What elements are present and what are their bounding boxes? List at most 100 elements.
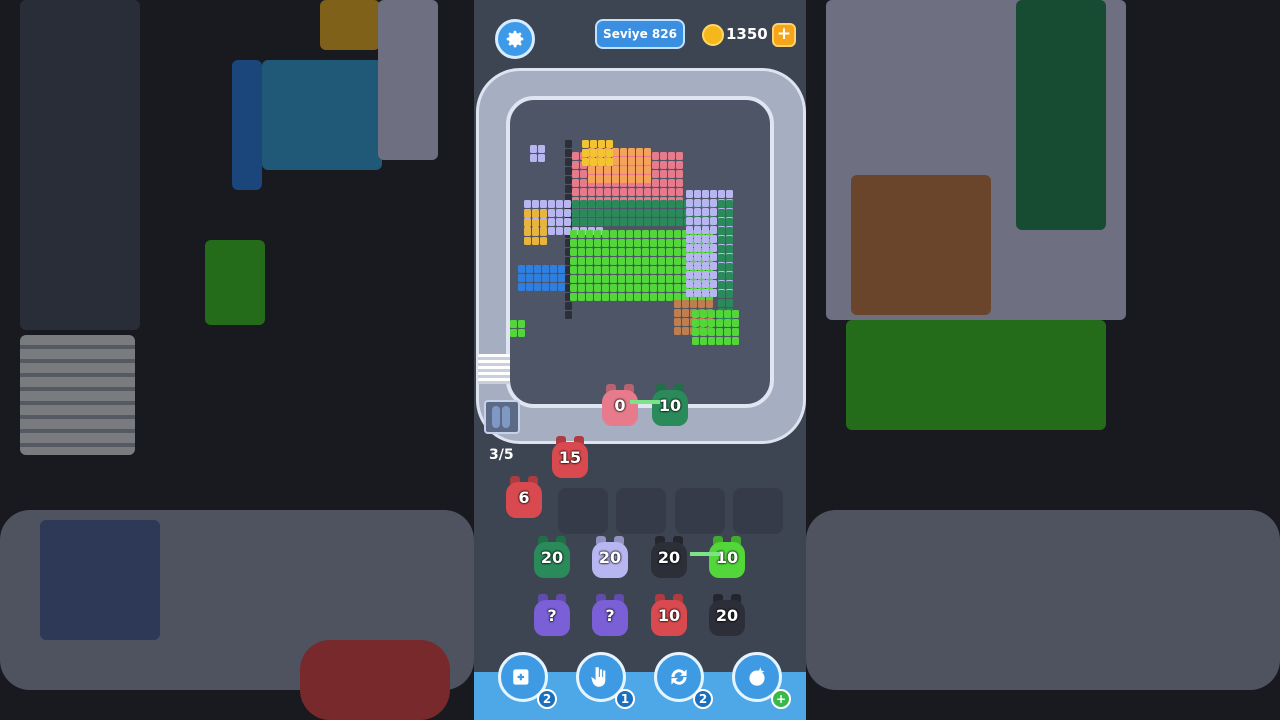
pixel-block bbox=[582, 158, 589, 166]
pixel-block bbox=[702, 235, 709, 243]
buy-coins-button[interactable]: + bbox=[772, 23, 796, 47]
pixel-block bbox=[572, 179, 579, 187]
coin-counter: 1350 + bbox=[702, 21, 796, 49]
pixel-block bbox=[710, 262, 717, 270]
pixel-block bbox=[570, 248, 577, 256]
pixel-block bbox=[716, 310, 723, 318]
pixel-block bbox=[668, 188, 675, 196]
add-slot-icon bbox=[513, 669, 529, 685]
pixel-block bbox=[726, 263, 733, 271]
pixel-block bbox=[602, 248, 609, 256]
pixel-block bbox=[564, 227, 571, 235]
coin-amount: 1350 bbox=[726, 25, 768, 43]
pixel-block bbox=[726, 299, 733, 307]
pixel-block bbox=[620, 209, 627, 217]
hand-booster[interactable]: 1 bbox=[576, 652, 635, 709]
pixel-block bbox=[650, 275, 657, 283]
pixel-block bbox=[618, 257, 625, 265]
pixel-block bbox=[666, 293, 673, 301]
pixel-block bbox=[628, 166, 635, 174]
pixel-block bbox=[582, 149, 589, 157]
pixel-block bbox=[658, 230, 665, 238]
pixel-block bbox=[676, 170, 683, 178]
pixel-block bbox=[572, 209, 579, 217]
pixel-block bbox=[650, 239, 657, 247]
pixel-block bbox=[726, 200, 733, 208]
pixel-block bbox=[590, 140, 597, 148]
pixel-block bbox=[676, 161, 683, 169]
grid-pig[interactable]: ? bbox=[532, 594, 572, 638]
pixel-block bbox=[564, 200, 571, 208]
pixel-block bbox=[628, 218, 635, 226]
pixel-block bbox=[702, 208, 709, 216]
pixel-block bbox=[542, 265, 549, 273]
pixel-block bbox=[666, 275, 673, 283]
pixel-block bbox=[694, 226, 701, 234]
pixel-block bbox=[708, 328, 715, 336]
pixel-block bbox=[732, 319, 739, 327]
grid-pig[interactable]: 20 bbox=[707, 594, 747, 638]
pixel-block bbox=[674, 300, 681, 308]
pixel-block bbox=[636, 218, 643, 226]
queue-slot[interactable] bbox=[675, 488, 725, 534]
pixel-block bbox=[550, 283, 557, 291]
pixel-block bbox=[620, 157, 627, 165]
grid-pig[interactable]: 20 bbox=[590, 536, 630, 580]
pixel-block bbox=[718, 254, 725, 262]
pixel-block bbox=[526, 265, 533, 273]
pixel-block bbox=[548, 218, 555, 226]
pixel-block bbox=[710, 199, 717, 207]
pixel-block bbox=[650, 284, 657, 292]
magic-booster[interactable]: + bbox=[732, 652, 791, 709]
pixel-block bbox=[726, 236, 733, 244]
pixel-block bbox=[556, 209, 563, 217]
track-pig[interactable]: 0 bbox=[600, 384, 640, 428]
grid-pig[interactable]: ? bbox=[590, 594, 630, 638]
pixel-block bbox=[628, 188, 635, 196]
queue-slot[interactable] bbox=[558, 488, 608, 534]
shuffle-booster[interactable]: 2 bbox=[654, 652, 713, 709]
pixel-block bbox=[564, 218, 571, 226]
pixel-block bbox=[732, 310, 739, 318]
pixel-block bbox=[610, 239, 617, 247]
pixel-block bbox=[658, 248, 665, 256]
pixel-block bbox=[710, 289, 717, 297]
pixel-block bbox=[644, 148, 651, 156]
pixel-block bbox=[620, 166, 627, 174]
pixel-block bbox=[578, 275, 585, 283]
grid-pig[interactable]: 10 bbox=[649, 594, 689, 638]
grid-pig[interactable]: 20 bbox=[649, 536, 689, 580]
pixel-block bbox=[694, 289, 701, 297]
settings-button[interactable] bbox=[495, 19, 535, 59]
pixel-block bbox=[660, 170, 667, 178]
booster-add[interactable]: + bbox=[771, 689, 791, 709]
pixel-block bbox=[674, 309, 681, 317]
pixel-block bbox=[540, 237, 547, 245]
queue-slot[interactable] bbox=[733, 488, 783, 534]
pixel-block bbox=[518, 274, 525, 282]
hand-icon bbox=[591, 667, 606, 687]
track-pig[interactable]: 10 bbox=[650, 384, 690, 428]
pixel-block bbox=[692, 337, 699, 345]
grid-pig[interactable]: 20 bbox=[532, 536, 572, 580]
pixel-block bbox=[686, 280, 693, 288]
pixel-block bbox=[564, 209, 571, 217]
pixel-block bbox=[578, 239, 585, 247]
pixel-block bbox=[604, 175, 611, 183]
pixel-block bbox=[716, 328, 723, 336]
pixel-block bbox=[548, 227, 555, 235]
queue-slot[interactable] bbox=[616, 488, 666, 534]
pixel-block bbox=[580, 209, 587, 217]
pixel-block bbox=[682, 309, 689, 317]
pixel-block bbox=[658, 275, 665, 283]
pixel-block bbox=[570, 230, 577, 238]
pixel-block bbox=[594, 293, 601, 301]
pixel-block bbox=[548, 200, 555, 208]
grid-pig[interactable]: 10 bbox=[707, 536, 747, 580]
pixel-block bbox=[642, 257, 649, 265]
pixel-block bbox=[674, 284, 681, 292]
add-slot-booster[interactable]: 2 bbox=[498, 652, 557, 709]
launcher-pig[interactable]: 15 bbox=[550, 436, 590, 480]
pixel-block bbox=[636, 148, 643, 156]
launcher-pig[interactable]: 6 bbox=[504, 476, 544, 520]
